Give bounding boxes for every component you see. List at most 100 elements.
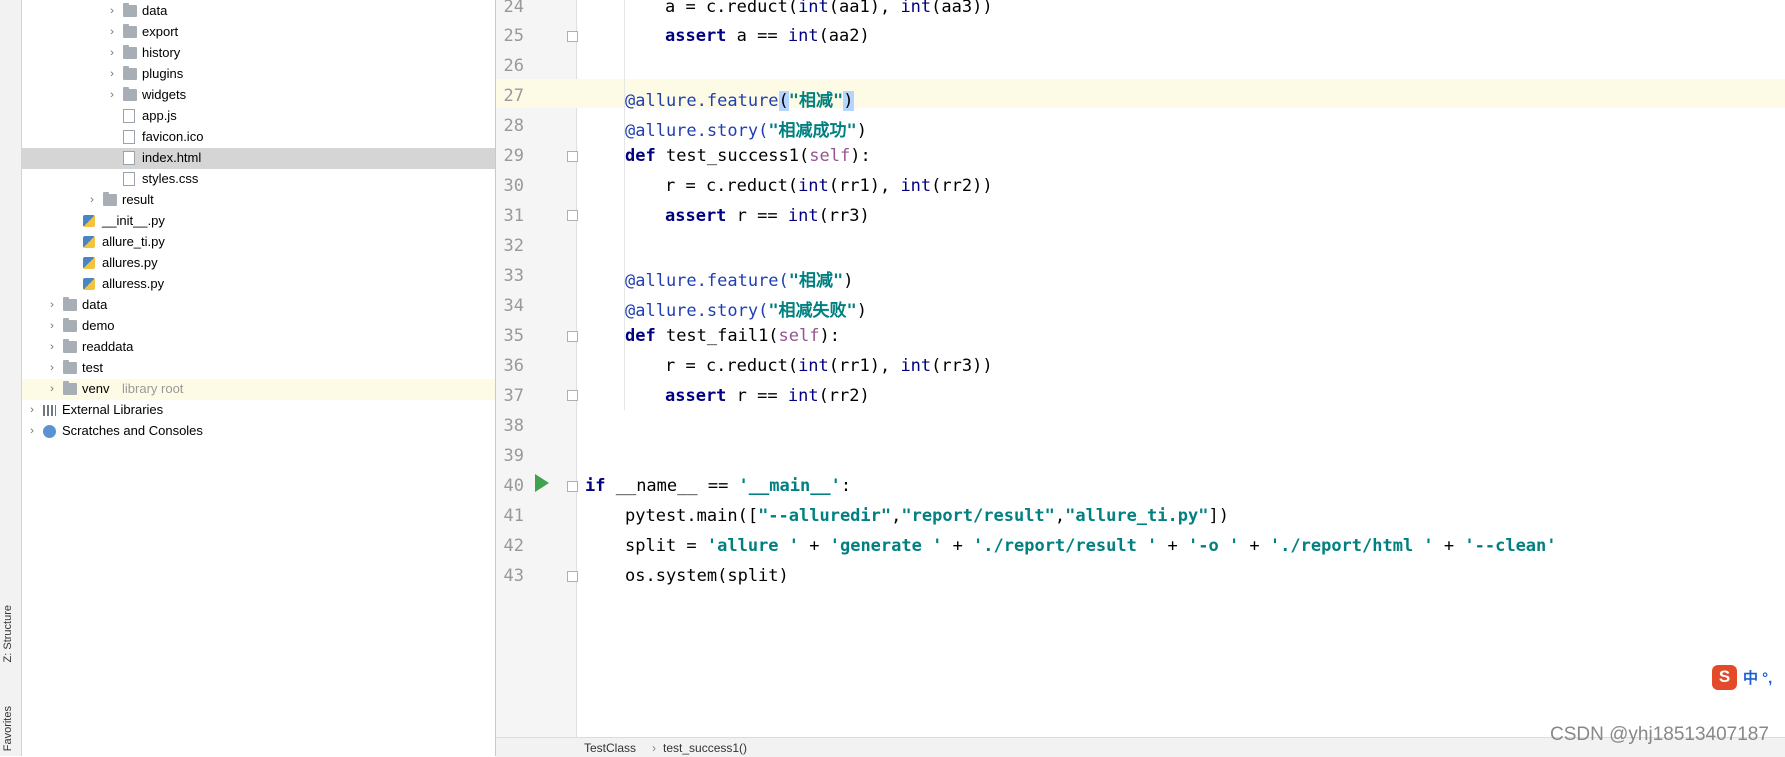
chevron-right-icon[interactable]: › — [105, 89, 118, 101]
line-number: 38 — [503, 416, 524, 436]
fold-marker[interactable] — [567, 151, 578, 162]
favorites-tab[interactable]: Favorites — [2, 706, 14, 751]
tree-item-label: widgets — [142, 87, 187, 102]
tree-item[interactable]: › External Libraries — [22, 400, 495, 421]
tree-item[interactable]: › plugins — [22, 64, 495, 85]
structure-tab[interactable]: Z: Structure — [2, 605, 14, 662]
line-number: 39 — [503, 446, 524, 466]
chevron-right-icon[interactable]: › — [45, 320, 58, 332]
code-line: pytest.main(["--alluredir","report/resul… — [625, 506, 1229, 526]
tree-item-label: venv — [82, 381, 110, 396]
chevron-right-icon[interactable]: › — [85, 194, 98, 206]
code-line: assert r == int(rr2) — [665, 386, 870, 406]
tree-item-label: allures.py — [102, 255, 158, 270]
ime-indicator[interactable]: S 中 °, — [1712, 664, 1785, 690]
line-number: 37 — [503, 386, 524, 406]
fold-marker[interactable] — [567, 571, 578, 582]
code-line: r = c.reduct(int(rr1), int(rr3)) — [665, 356, 993, 376]
tree-item-label: data — [142, 3, 168, 18]
folder-icon — [123, 3, 137, 17]
line-number: 28 — [503, 116, 524, 136]
tree-item[interactable]: › demo — [22, 316, 495, 337]
line-number: 29 — [503, 146, 524, 166]
fold-marker[interactable] — [567, 31, 578, 42]
code-line: if __name__ == '__main__': — [585, 476, 852, 496]
chevron-right-icon[interactable]: › — [105, 68, 118, 80]
fold-marker[interactable] — [567, 481, 578, 492]
folder-icon — [103, 192, 117, 206]
code-line: split = 'allure ' + 'generate ' + './rep… — [625, 536, 1557, 556]
line-number: 25 — [503, 26, 524, 46]
chevron-right-icon[interactable]: › — [45, 383, 58, 395]
tree-item[interactable]: › test — [22, 358, 495, 379]
fold-marker[interactable] — [567, 210, 578, 221]
folder-icon — [123, 45, 137, 59]
scratches-icon — [43, 425, 56, 438]
tree-item-label: readdata — [82, 339, 134, 354]
chevron-right-icon[interactable]: › — [45, 341, 58, 353]
tree-item[interactable]: styles.css — [22, 169, 495, 190]
tree-item[interactable]: __init__.py — [22, 211, 495, 232]
chevron-right-icon[interactable]: › — [105, 5, 118, 17]
tree-item[interactable]: › result — [22, 190, 495, 211]
tool-window-strip: Z: Structure Favorites — [0, 0, 22, 756]
fold-marker[interactable] — [567, 390, 578, 401]
tree-item[interactable]: › data — [22, 295, 495, 316]
line-number: 26 — [503, 56, 524, 76]
tree-item[interactable]: › Scratches and Consoles — [22, 421, 495, 442]
chevron-right-icon[interactable]: › — [25, 425, 38, 437]
tree-item[interactable]: favicon.ico — [22, 127, 495, 148]
tree-item[interactable]: › venv library root — [22, 379, 495, 400]
folder-icon — [123, 66, 137, 80]
tree-item[interactable]: app.js — [22, 106, 495, 127]
chevron-right-icon[interactable]: › — [45, 362, 58, 374]
tree-item-label: result — [122, 192, 154, 207]
line-number: 43 — [503, 566, 524, 586]
project-tree: › data › export › history › plugins › widgets app.… — [22, 0, 496, 756]
tree-item[interactable]: allures.py — [22, 253, 495, 274]
folder-icon — [63, 381, 77, 395]
tree-item-label: index.html — [142, 150, 202, 165]
line-number: 31 — [503, 206, 524, 226]
code-line: def test_success1(self): — [625, 146, 871, 166]
breadcrumb-separator: › — [652, 741, 656, 755]
tree-item[interactable]: index.html — [22, 148, 495, 169]
chevron-right-icon[interactable]: › — [45, 299, 58, 311]
tree-item[interactable]: › history — [22, 43, 495, 64]
tree-item[interactable]: › readdata — [22, 337, 495, 358]
tree-item[interactable]: › export — [22, 22, 495, 43]
indent-guide — [624, 0, 625, 410]
fold-marker[interactable] — [567, 331, 578, 342]
breadcrumb-class[interactable]: TestClass — [584, 741, 636, 755]
tree-item[interactable]: alluress.py — [22, 274, 495, 295]
line-number: 40 — [503, 476, 524, 496]
tree-item-label: export — [142, 24, 179, 39]
chevron-right-icon[interactable]: › — [25, 404, 38, 416]
python-file-icon — [83, 236, 95, 248]
folder-icon — [63, 339, 77, 353]
tree-item[interactable]: allure_ti.py — [22, 232, 495, 253]
file-icon — [123, 151, 135, 165]
run-icon[interactable] — [535, 474, 549, 492]
library-icon — [43, 405, 56, 416]
code-line: def test_fail1(self): — [625, 326, 840, 346]
breadcrumb-function[interactable]: test_success1() — [663, 741, 747, 755]
folder-icon — [63, 318, 77, 332]
tree-item[interactable]: › widgets — [22, 85, 495, 106]
code-line: @allure.feature("相减") — [625, 271, 854, 291]
chevron-right-icon[interactable]: › — [105, 47, 118, 59]
file-icon — [123, 109, 135, 123]
chevron-right-icon[interactable]: › — [105, 26, 118, 38]
tree-item-label: allure_ti.py — [102, 234, 165, 249]
tree-item-label: app.js — [142, 108, 177, 123]
tree-item-label: __init__.py — [102, 213, 165, 228]
tree-item-label: favicon.ico — [142, 129, 204, 144]
python-file-icon — [83, 278, 95, 290]
folder-icon — [63, 297, 77, 311]
tree-item[interactable]: › data — [22, 1, 495, 22]
line-number: 27 — [503, 86, 524, 106]
line-number: 35 — [503, 326, 524, 346]
code-line: @allure.feature("相减") — [625, 91, 854, 111]
watermark: CSDN @yhj18513407187 — [1550, 724, 1769, 745]
ime-mode-label: 中 °, — [1743, 669, 1773, 687]
